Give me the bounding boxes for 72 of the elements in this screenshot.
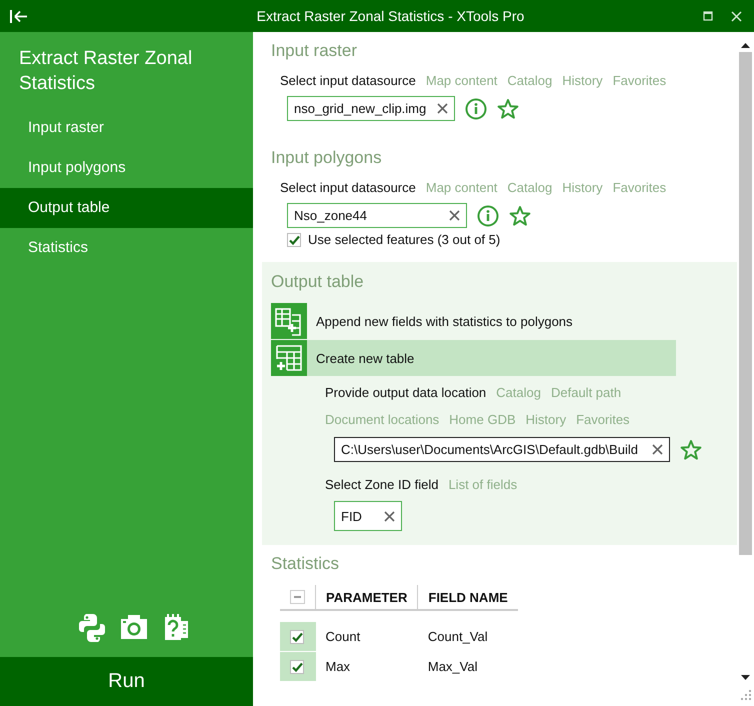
table-cell: Count — [316, 622, 418, 652]
checkbox[interactable] — [290, 630, 304, 644]
star-icon[interactable] — [497, 98, 519, 120]
nav-item[interactable]: Statistics — [0, 228, 253, 268]
section-title: Input polygons — [271, 147, 383, 169]
check-icon — [290, 630, 304, 642]
check-icon — [290, 660, 304, 672]
field-label: Select Zone ID field — [325, 476, 438, 494]
source-link[interactable]: Catalog — [496, 384, 541, 402]
select-all-checkbox[interactable] — [290, 590, 305, 604]
resize-grip-icon[interactable] — [740, 690, 750, 700]
nav-item[interactable]: Input raster — [0, 108, 253, 148]
close-icon[interactable] — [731, 10, 742, 22]
column-header[interactable]: FIELD NAME — [418, 585, 518, 610]
back-icon[interactable] — [10, 8, 28, 24]
field-label: Select input datasource — [280, 179, 416, 197]
source-link[interactable]: Catalog — [507, 179, 552, 197]
source-link[interactable]: History — [562, 72, 603, 90]
table-option-icon[interactable] — [271, 303, 307, 339]
star-icon[interactable] — [680, 438, 702, 460]
scroll-up-icon[interactable] — [740, 41, 751, 50]
clear-icon[interactable] — [384, 510, 395, 522]
minus-icon — [294, 596, 301, 598]
source-link[interactable]: List of fields — [448, 476, 518, 494]
source-link[interactable]: Default path — [550, 384, 622, 402]
run-button[interactable]: Run — [0, 657, 253, 706]
star-icon[interactable] — [509, 204, 531, 226]
input-field[interactable]: C:\Users\user\Documents\ArcGIS\Default.gdb\Build — [334, 437, 670, 462]
input-field[interactable]: nso_grid_new_clip.img — [287, 96, 455, 121]
field-label: Select input datasource — [280, 72, 416, 90]
clear-icon[interactable] — [437, 103, 448, 114]
clear-icon[interactable] — [449, 210, 460, 221]
section-title: Input raster — [271, 40, 358, 62]
source-link[interactable]: Favorites — [612, 72, 666, 90]
info-icon[interactable] — [465, 98, 487, 120]
source-link[interactable]: Favorites — [576, 411, 630, 429]
info-icon[interactable] — [477, 204, 499, 226]
option-item[interactable]: Append new fields with statistics to polygons — [271, 303, 676, 339]
column-header[interactable]: PARAMETER — [316, 585, 418, 610]
source-link[interactable]: Home GDB — [449, 411, 516, 429]
scrollbar-thumb[interactable] — [739, 52, 752, 555]
checkbox[interactable] — [290, 660, 304, 674]
clear-icon[interactable] — [652, 444, 663, 455]
checkbox-label: Use selected features (3 out of 5) — [308, 231, 500, 249]
table-cell: Count_Val — [418, 622, 518, 652]
table-cell: Max_Val — [418, 652, 518, 681]
window-title: Extract Raster Zonal Statistics - XTools Pro — [256, 8, 526, 24]
nav-item[interactable]: Output table — [0, 188, 253, 228]
table-option-icon[interactable] — [271, 340, 307, 376]
table-cell: Max — [316, 652, 418, 681]
input-field[interactable]: FID — [334, 501, 402, 531]
section-title: Output table — [271, 271, 365, 293]
source-link[interactable]: History — [562, 179, 603, 197]
source-link[interactable]: Favorites — [612, 179, 666, 197]
nav-item[interactable]: Input polygons — [0, 148, 253, 188]
tool-title: Extract Raster Zonal Statistics — [18, 47, 194, 96]
source-link[interactable]: Map content — [426, 72, 498, 90]
source-link[interactable]: Map content — [426, 179, 498, 197]
option-item[interactable]: Create new table — [271, 340, 676, 376]
section-title: Statistics — [271, 553, 340, 575]
maximize-icon[interactable] — [703, 11, 713, 21]
help-notebook-icon[interactable] — [162, 613, 189, 641]
camera-icon[interactable] — [120, 613, 148, 641]
source-link[interactable]: Document locations — [325, 411, 440, 429]
field-label: Provide output data location — [325, 384, 486, 402]
checkbox[interactable] — [287, 233, 301, 247]
source-link[interactable]: Catalog — [507, 72, 552, 90]
source-link[interactable]: History — [526, 411, 566, 429]
python-icon[interactable] — [78, 613, 106, 643]
input-field[interactable]: Nso_zone44 — [287, 203, 467, 228]
scroll-down-icon[interactable] — [740, 673, 751, 682]
check-icon — [288, 234, 300, 246]
